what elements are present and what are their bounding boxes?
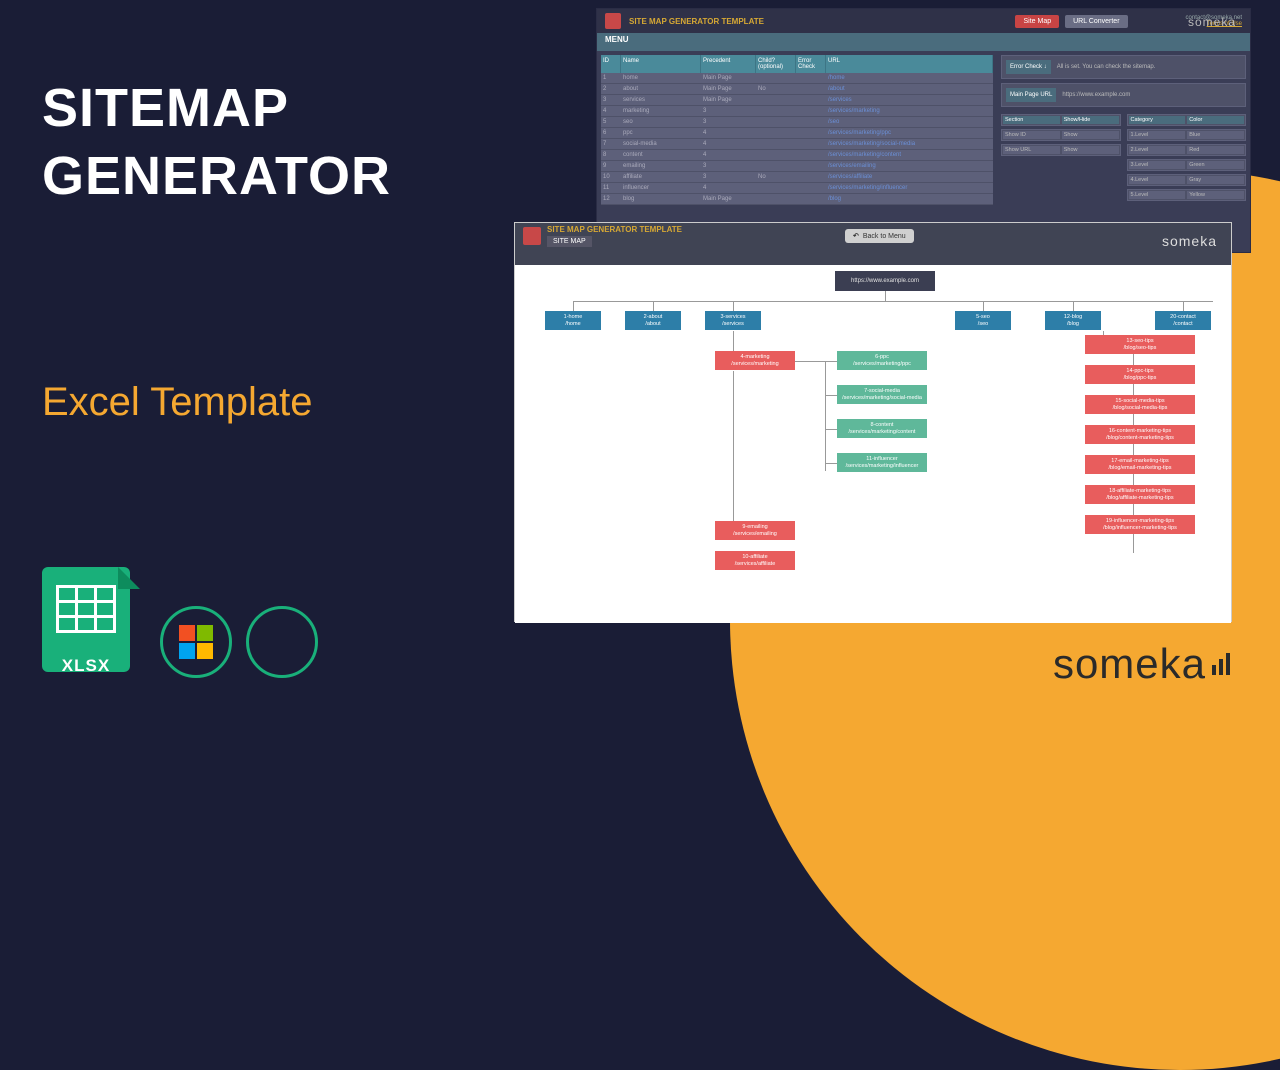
table-row: 5.LevelYellow — [1127, 189, 1247, 201]
sitemap-node: 13-seo-tips/blog/seo-tips — [1085, 335, 1195, 354]
th-showhide: Show/Hide — [1061, 115, 1120, 125]
menu-sidebar: Error Check ↓ All is set. You can check … — [997, 51, 1250, 251]
table-row: Show URLShow — [1001, 144, 1121, 156]
sitemap-node: 18-affiliate-marketing-tips/blog/affilia… — [1085, 485, 1195, 504]
th-url: URL — [826, 55, 993, 73]
brand-text-shot2: someka — [1162, 233, 1217, 249]
xlsx-label: XLSX — [42, 656, 130, 676]
error-check-title: Error Check ↓ — [1006, 60, 1051, 74]
sitemap-node: 4-marketing/services/marketing — [715, 351, 795, 370]
sitemap-node: 14-ppc-tips/blog/ppc-tips — [1085, 365, 1195, 384]
table-row: 8content4/services/marketing/content — [601, 150, 993, 161]
hero-subtitle: Excel Template — [42, 380, 313, 425]
brand-text: someka — [1053, 640, 1206, 688]
table-row: 12blogMain Page/blog — [601, 194, 993, 205]
sitemap-node: 19-influencer-marketing-tips/blog/influe… — [1085, 515, 1195, 534]
table-row: 1homeMain Page/home — [601, 73, 993, 84]
error-check-msg: All is set. You can check the sitemap. — [1057, 64, 1156, 70]
sitemap-node: 7-social-media/services/marketing/social… — [837, 385, 927, 404]
sitemap-node: 9-emailing/services/emailing — [715, 521, 795, 540]
sitemap-node: 20-contact/contact — [1155, 311, 1211, 330]
sitemap-node: 12-blog/blog — [1045, 311, 1101, 330]
back-arrow-icon: ↶ — [853, 232, 859, 240]
root-url-node: https://www.example.com — [835, 271, 935, 291]
sitemap-node: 8-content/services/marketing/content — [837, 419, 927, 438]
table-row: 3servicesMain Page/services — [601, 95, 993, 106]
sitemap-node: 17-email-marketing-tips/blog/email-marke… — [1085, 455, 1195, 474]
brand-logo-bottom: someka — [1053, 640, 1230, 688]
sitemap-tab: SITE MAP — [547, 236, 592, 247]
mainpage-label: Main Page URL — [1006, 88, 1056, 102]
table-row: 2.LevelRed — [1127, 144, 1247, 156]
template-title: SITE MAP GENERATOR TEMPLATE — [629, 17, 764, 26]
table-row: Show IDShow — [1001, 129, 1121, 141]
screenshot-menu-sheet: SITE MAP GENERATOR TEMPLATE Site Map URL… — [596, 8, 1251, 253]
title-line2: GENERATOR — [42, 146, 391, 206]
grid-icon — [56, 585, 116, 633]
sitemap-button[interactable]: Site Map — [1015, 15, 1059, 28]
th-name: Name — [621, 55, 701, 73]
th-id: ID — [601, 55, 621, 73]
th-precedent: Precedent — [701, 55, 756, 73]
back-label: Back to Menu — [863, 233, 906, 240]
table-row: 5seo3/seo — [601, 117, 993, 128]
bars-icon — [1212, 653, 1230, 675]
windows-icon — [179, 625, 213, 659]
menu-table: ID Name Precedent Child? (optional) Erro… — [597, 51, 997, 251]
apple-badge — [246, 606, 318, 678]
table-row: 2aboutMain PageNo/about — [601, 84, 993, 95]
th-child: Child? (optional) — [756, 55, 796, 73]
app-logo-icon — [523, 227, 541, 245]
back-to-menu-button[interactable]: ↶ Back to Menu — [845, 229, 914, 243]
screenshot-sitemap-sheet: SITE MAP GENERATOR TEMPLATE SITE MAP ↶ B… — [514, 222, 1232, 622]
app-logo-icon — [605, 13, 621, 29]
menu-tab: MENU — [597, 33, 1250, 51]
sitemap-node: 11-influencer/services/marketing/influen… — [837, 453, 927, 472]
table-row: 6ppc4/services/marketing/ppc — [601, 128, 993, 139]
table-row: 1.LevelBlue — [1127, 129, 1247, 141]
th-category: Category — [1128, 115, 1187, 125]
th-error: Error Check — [796, 55, 826, 73]
title-line1: SITEMAP — [42, 78, 289, 138]
urlconverter-button[interactable]: URL Converter — [1065, 15, 1127, 28]
sitemap-node: 2-about/about — [625, 311, 681, 330]
brand-text-shot1: someka — [1188, 15, 1236, 29]
table-row: 11influencer4/services/marketing/influen… — [601, 183, 993, 194]
template-title: SITE MAP GENERATOR TEMPLATE — [547, 225, 682, 234]
windows-badge — [160, 606, 232, 678]
sitemap-node: 1-home/home — [545, 311, 601, 330]
th-color: Color — [1186, 115, 1245, 125]
table-row: 4marketing3/services/marketing — [601, 106, 993, 117]
sitemap-node: 10-affiliate/services/affiliate — [715, 551, 795, 570]
os-badges — [160, 606, 318, 678]
table-row: 9emailing3/services/emailing — [601, 161, 993, 172]
th-section: Section — [1002, 115, 1061, 125]
sitemap-node: 5-seo/seo — [955, 311, 1011, 330]
table-row: 7social-media4/services/marketing/social… — [601, 139, 993, 150]
xlsx-file-icon: XLSX — [42, 567, 140, 682]
sitemap-node: 6-ppc/services/marketing/ppc — [837, 351, 927, 370]
sitemap-node: 15-social-media-tips/blog/social-media-t… — [1085, 395, 1195, 414]
table-row: 3.LevelGreen — [1127, 159, 1247, 171]
sitemap-node: 16-content-marketing-tips/blog/content-m… — [1085, 425, 1195, 444]
mainpage-value: https://www.example.com — [1062, 92, 1130, 98]
sitemap-node: 3-services/services — [705, 311, 761, 330]
table-row: 10affiliate3No/services/affiliate — [601, 172, 993, 183]
table-row: 4.LevelGray — [1127, 174, 1247, 186]
hero-title: SITEMAP GENERATOR — [42, 75, 391, 210]
